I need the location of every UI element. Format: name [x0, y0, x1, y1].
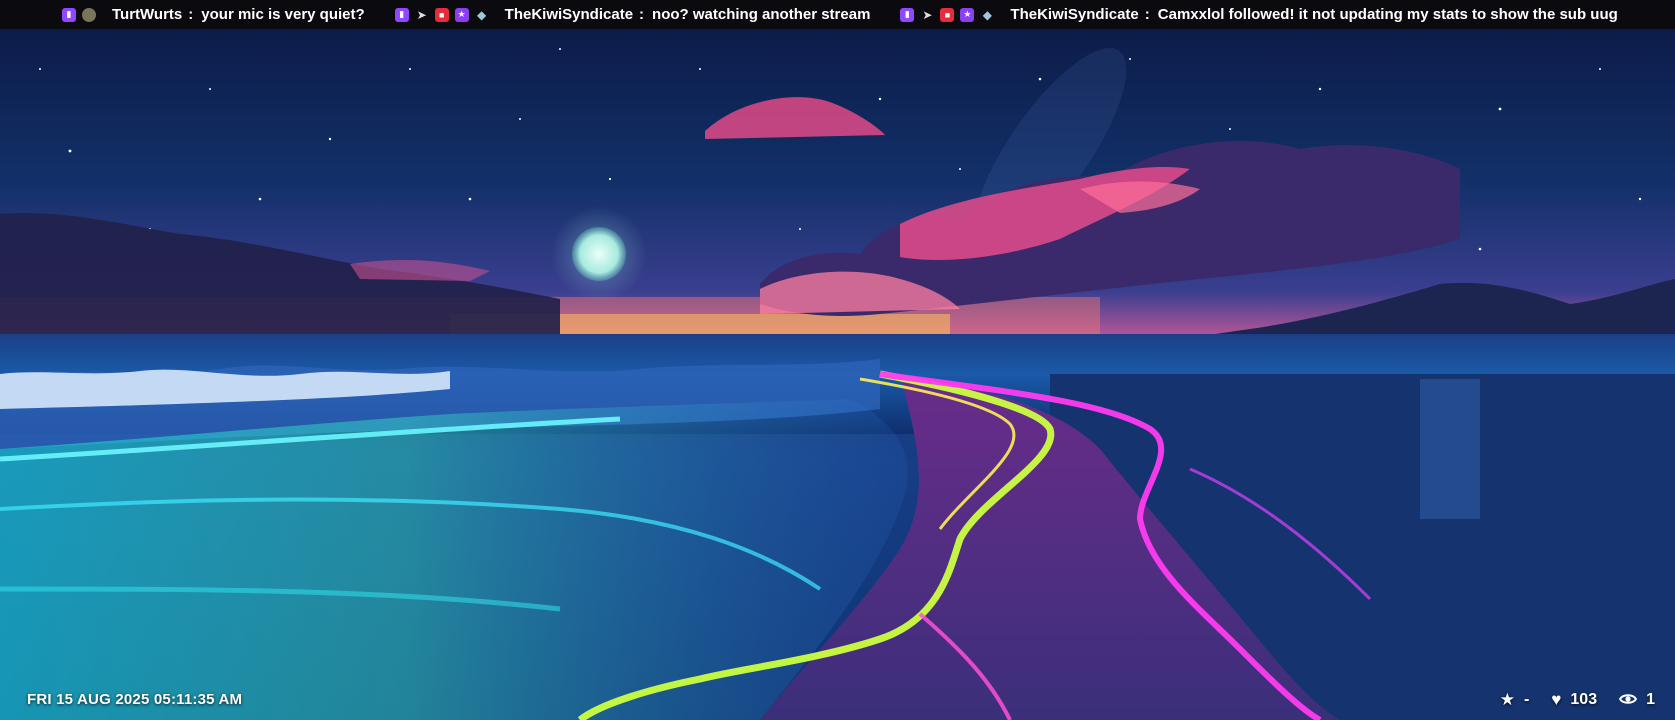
moon [572, 227, 626, 281]
twitch-icon: ▮ [900, 7, 915, 22]
cursor-icon: ➤ [416, 7, 427, 22]
background-scene [0, 29, 1675, 720]
avatar [82, 7, 96, 22]
twitch-icon: ▮ [62, 7, 76, 22]
gem-icon: ◆ [982, 7, 993, 22]
heart-icon: ♥ [1551, 690, 1562, 709]
star-icon: ★ [1499, 690, 1515, 709]
viewers-count: 1 [1646, 691, 1655, 708]
chat-username: TheKiwiSyndicate [504, 6, 634, 23]
followers-stat: ★ - [1500, 690, 1530, 710]
camera-icon: ■ [434, 7, 449, 22]
ticker-track: ▮ TurtWurts : your mic is very quiet? ▮ … [0, 6, 1648, 23]
chat-separator: : [1144, 6, 1150, 23]
chat-text: Camxxlol followed! it not updating my st… [1157, 6, 1618, 23]
chat-text: noo? watching another stream [652, 6, 871, 23]
datetime-clock: FRI 15 AUG 2025 05:11:35 AM [27, 691, 243, 708]
star-icon: ★ [960, 7, 975, 22]
camera-icon: ■ [940, 7, 955, 22]
viewers-stat: 1 [1618, 690, 1655, 710]
chat-message: ▮ ➤ ■ ★ ◆ TheKiwiSyndicate : Camxxlol fo… [900, 6, 1618, 23]
chat-ticker: ▮ TurtWurts : your mic is very quiet? ▮ … [0, 0, 1675, 29]
cursor-icon: ➤ [922, 7, 933, 22]
chat-username: TheKiwiSyndicate [1010, 6, 1139, 23]
chat-username: TurtWurts [112, 6, 183, 23]
stream-stats: ★ - ♥ 103 1 [1478, 690, 1655, 710]
beach-illustration [0, 48, 1675, 720]
gem-icon: ◆ [477, 7, 487, 22]
cloud [705, 97, 885, 139]
followers-count: - [1523, 691, 1530, 708]
twitch-icon: ▮ [394, 7, 409, 22]
eye-icon [1618, 690, 1638, 710]
chat-separator: : [639, 6, 645, 23]
likes-count: 103 [1570, 691, 1598, 708]
star-icon: ★ [454, 7, 469, 22]
chat-message: ▮ ➤ ■ ★ ◆ TheKiwiSyndicate : noo? watchi… [394, 6, 871, 23]
chat-separator: : [188, 6, 194, 23]
chat-message: ▮ TurtWurts : your mic is very quiet? [62, 6, 365, 23]
chat-text: your mic is very quiet? [201, 6, 365, 23]
likes-stat: ♥ 103 [1551, 690, 1597, 710]
